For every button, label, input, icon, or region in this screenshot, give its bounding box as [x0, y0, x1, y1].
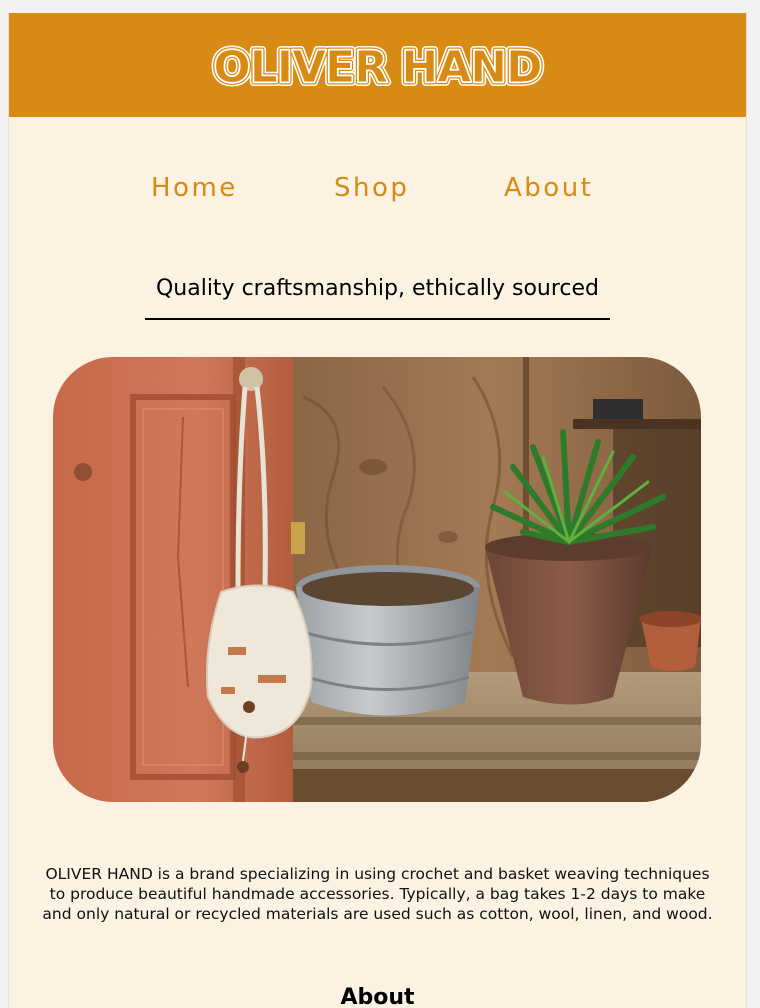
- shelf: [573, 419, 701, 429]
- metal-tub: [296, 587, 480, 716]
- nav-shop-link[interactable]: Shop: [334, 173, 409, 203]
- nav-home-link[interactable]: Home: [151, 173, 238, 203]
- nav-about-link[interactable]: About: [504, 173, 593, 203]
- page: OLIVER HAND OLIVER HAND OLIVER HAND OLIV…: [8, 13, 747, 1008]
- tagline: Quality craftsmanship, ethically sourced: [155, 276, 600, 301]
- tagline-underline: [145, 318, 610, 320]
- brand-logo[interactable]: OLIVER HAND OLIVER HAND OLIVER HAND OLIV…: [9, 13, 746, 117]
- about-section-heading: About: [340, 985, 415, 1008]
- main-nav: Home Shop About: [9, 173, 746, 213]
- hero-illustration: [53, 357, 701, 802]
- hero-photo: [53, 357, 701, 802]
- site-header: OLIVER HAND OLIVER HAND OLIVER HAND OLIV…: [9, 13, 746, 117]
- box-on-shelf: [593, 399, 643, 419]
- crochet-bag: [205, 584, 313, 739]
- brand-description: OLIVER HAND is a brand specializing in u…: [42, 864, 713, 923]
- logo-inner-line: OLIVER HAND: [213, 42, 541, 93]
